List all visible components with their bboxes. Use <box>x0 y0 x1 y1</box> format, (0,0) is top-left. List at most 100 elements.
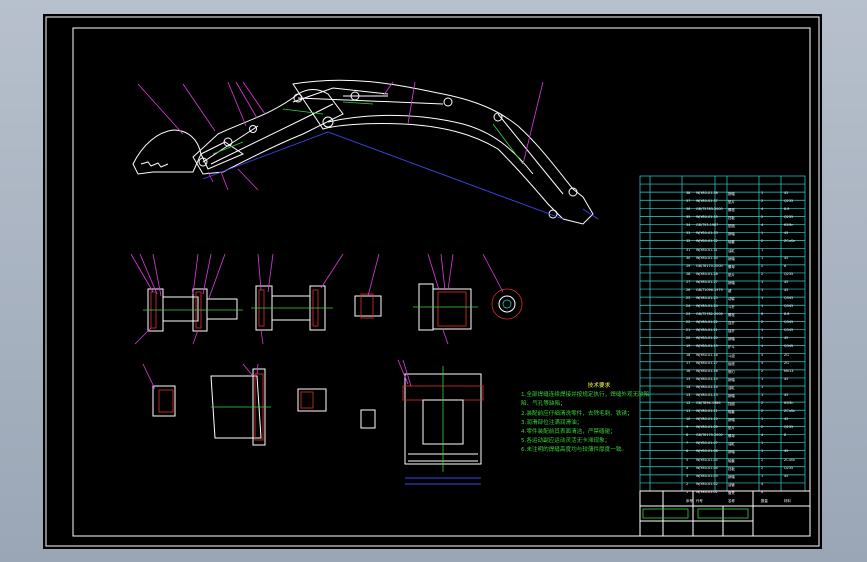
bom-cell-code: GB/T5783-2000 <box>696 207 723 212</box>
bom-row: 32 WJY80-01-32 轴套 2 ZCuSn <box>684 238 849 245</box>
bom-cell-qty: 1 <box>761 392 764 397</box>
bom-cell-code: WJY80-01-14 <box>696 384 718 389</box>
bom-cell-name: 键 <box>728 288 732 293</box>
bom-cell-code: WJY80-01-25 <box>696 296 718 300</box>
bom-row: 38 WJY80-01-38 销轴 1 45 <box>684 190 849 197</box>
bom-cell-code: WJY80-01-31 <box>696 247 718 252</box>
bom-cell-name: 销轴 <box>728 280 735 285</box>
bom-cell-code: WJY80-01-28 <box>696 271 718 276</box>
bom-cell-qty: 2 <box>761 425 764 430</box>
bom-cell-code: WJY80-01-19 <box>696 344 718 349</box>
bom-cell-qty: 1 <box>761 449 764 454</box>
bom-cell-mat: Mn13 <box>784 368 794 373</box>
bom-cell-code: GB/T5782-2000 <box>696 312 723 317</box>
bom-cell-qty: 1 <box>761 473 764 478</box>
bom-cell-qty: 4 <box>761 481 764 486</box>
bom-cell-name: 名称 <box>728 498 735 503</box>
bom-cell-code: WJY80-01-16 <box>696 368 718 373</box>
bom-cell-qty: 2 <box>761 320 764 325</box>
bom-cell-qty: 1 <box>761 255 764 260</box>
bom-cell-qty: 1 <box>761 344 764 349</box>
bom-cell-no: 4 <box>686 465 689 470</box>
bom-cell-name: 管夹 <box>728 490 735 495</box>
bom-cell-code: WJY80-01-17 <box>696 360 718 365</box>
parts-list-table: 38 WJY80-01-38 销轴 1 45 37 WJY80-01-37 垫片 2 Q235 36… <box>684 190 849 505</box>
bom-cell-mat: 8 <box>784 433 787 438</box>
bom-cell-mat: 8.8 <box>784 207 790 212</box>
bom-cell-name: 销轴 <box>728 192 735 196</box>
bom-cell-code: WJY80-01-32 <box>696 239 718 244</box>
bom-cell-no: 24 <box>686 304 691 309</box>
bom-cell-mat: ZCuSn <box>784 239 796 244</box>
bom-cell-code: WJY80-01-06 <box>696 449 718 454</box>
bom-cell-no: 13 <box>686 392 691 397</box>
bom-cell-name: 螺栓 <box>728 208 735 213</box>
bom-cell-qty: 2 <box>761 271 764 276</box>
note-line: 4.零件装配前其表面清洁，严禁磕碰； <box>521 429 616 436</box>
bom-cell-code: WJY80-01-35 <box>696 215 718 220</box>
bom-cell-no: 33 <box>686 231 691 236</box>
bom-row: 25 WJY80-01-25 动臂 1 Q345 <box>684 295 849 302</box>
bom-cell-mat: Q345 <box>784 320 794 325</box>
bom-cell-no: 28 <box>686 271 691 276</box>
bom-cell-no: 25 <box>686 296 691 300</box>
bom-row: 19 WJY80-01-19 铲斗 1 Q345 <box>684 343 849 350</box>
bom-row: 17 WJY80-01-17 齿座 5 ZG <box>684 360 849 367</box>
bom-cell-qty: 2 <box>761 199 764 204</box>
bom-cell-mat: ZCuSn <box>784 457 796 462</box>
bom-cell-code: WJY80-01-18 <box>696 352 718 357</box>
bom-cell-name: 油缸 <box>728 442 735 447</box>
bom-cell-mat: 45 <box>784 191 789 195</box>
bom-cell-mat: 45 <box>784 255 789 260</box>
bom-cell-name: 螺母 <box>728 434 735 439</box>
bom-cell-no: 12 <box>686 401 691 405</box>
notes-title: 技术要求 <box>587 383 611 389</box>
bom-cell-qty: 2 <box>761 239 764 244</box>
bom-cell-no: 23 <box>686 312 691 317</box>
bom-cell-name: 螺栓 <box>728 313 735 318</box>
bom-cell-mat: Q345 <box>784 304 794 309</box>
bom-cell-mat: 65Mn <box>784 223 794 228</box>
bom-cell-mat: 45 <box>784 279 789 284</box>
bom-cell-mat: 45 <box>784 231 789 236</box>
bom-row: 28 WJY80-01-28 垫片 2 Q235 <box>684 271 849 278</box>
bom-cell-mat: Q235 <box>784 425 794 430</box>
bom-cell-mat: 8 <box>784 263 787 268</box>
bom-cell-code: WJY80-01-03 <box>696 473 718 478</box>
bom-cell-mat: Q235 <box>784 271 794 276</box>
bom-cell-qty: 5 <box>761 352 764 357</box>
bom-cell-qty: 1 <box>761 384 764 389</box>
bom-cell-name: 侧刃 <box>728 369 735 374</box>
bom-row: 14 WJY80-01-14 油缸 1 <box>684 384 849 391</box>
bom-row: 7 WJY80-01-07 油缸 1 <box>684 440 849 447</box>
bom-row: 24 WJY80-01-24 斗杆 1 Q345 <box>684 303 849 310</box>
bom-cell-code: WJY80-01-11 <box>696 409 718 414</box>
bom-cell-no: 31 <box>686 247 691 252</box>
bom-cell-no: 14 <box>686 384 691 389</box>
bom-row: 31 WJY80-01-31 油缸 1 <box>684 247 849 254</box>
bom-cell-no: 32 <box>686 239 691 244</box>
bom-cell-mat: ZCuSn <box>784 409 796 414</box>
bom-row: 8 GB/T6170-2000 螺母 4 8 <box>684 432 849 439</box>
bom-cell-mat: 45 <box>784 287 789 292</box>
bom-cell-no: 11 <box>686 409 691 414</box>
bom-cell-code: WJY80-01-09 <box>696 425 718 430</box>
bom-cell-code: WJY80-01-05 <box>696 457 718 462</box>
cad-viewport: 技术要求 1.全部焊缝连续焊接并按规定执行，焊缝外观无缺陷 陷、气孔等缺陷； 2… <box>0 0 867 562</box>
bom-cell-qty: 1 <box>761 336 764 341</box>
bom-row: 6 WJY80-01-06 销轴 1 45 <box>684 448 849 455</box>
bom-cell-qty: 2 <box>761 263 764 268</box>
bom-cell-qty: 2 <box>761 409 764 414</box>
bom-cell-mat: 65Mn <box>784 401 794 405</box>
bom-cell-code: WJY80-01-10 <box>696 417 718 422</box>
bom-cell-code: WJY80-01-24 <box>696 304 718 309</box>
bom-row: 2 WJY80-01-02 油管 4 <box>684 481 849 488</box>
bom-cell-name: 销轴 <box>728 418 735 423</box>
bom-cell-no: 5 <box>686 457 689 462</box>
bom-row: 34 GB/T93-1987 垫圈 4 65Mn <box>684 222 849 229</box>
bom-row: 13 WJY80-01-13 销轴 1 45 <box>684 392 849 399</box>
bom-cell-qty: 2 <box>761 215 764 220</box>
bom-cell-code: WJY80-01-01 <box>696 489 718 494</box>
bom-row: 18 WJY80-01-18 斗齿 5 ZG <box>684 352 849 359</box>
bom-cell-code: GB/T894-1986 <box>696 401 721 405</box>
